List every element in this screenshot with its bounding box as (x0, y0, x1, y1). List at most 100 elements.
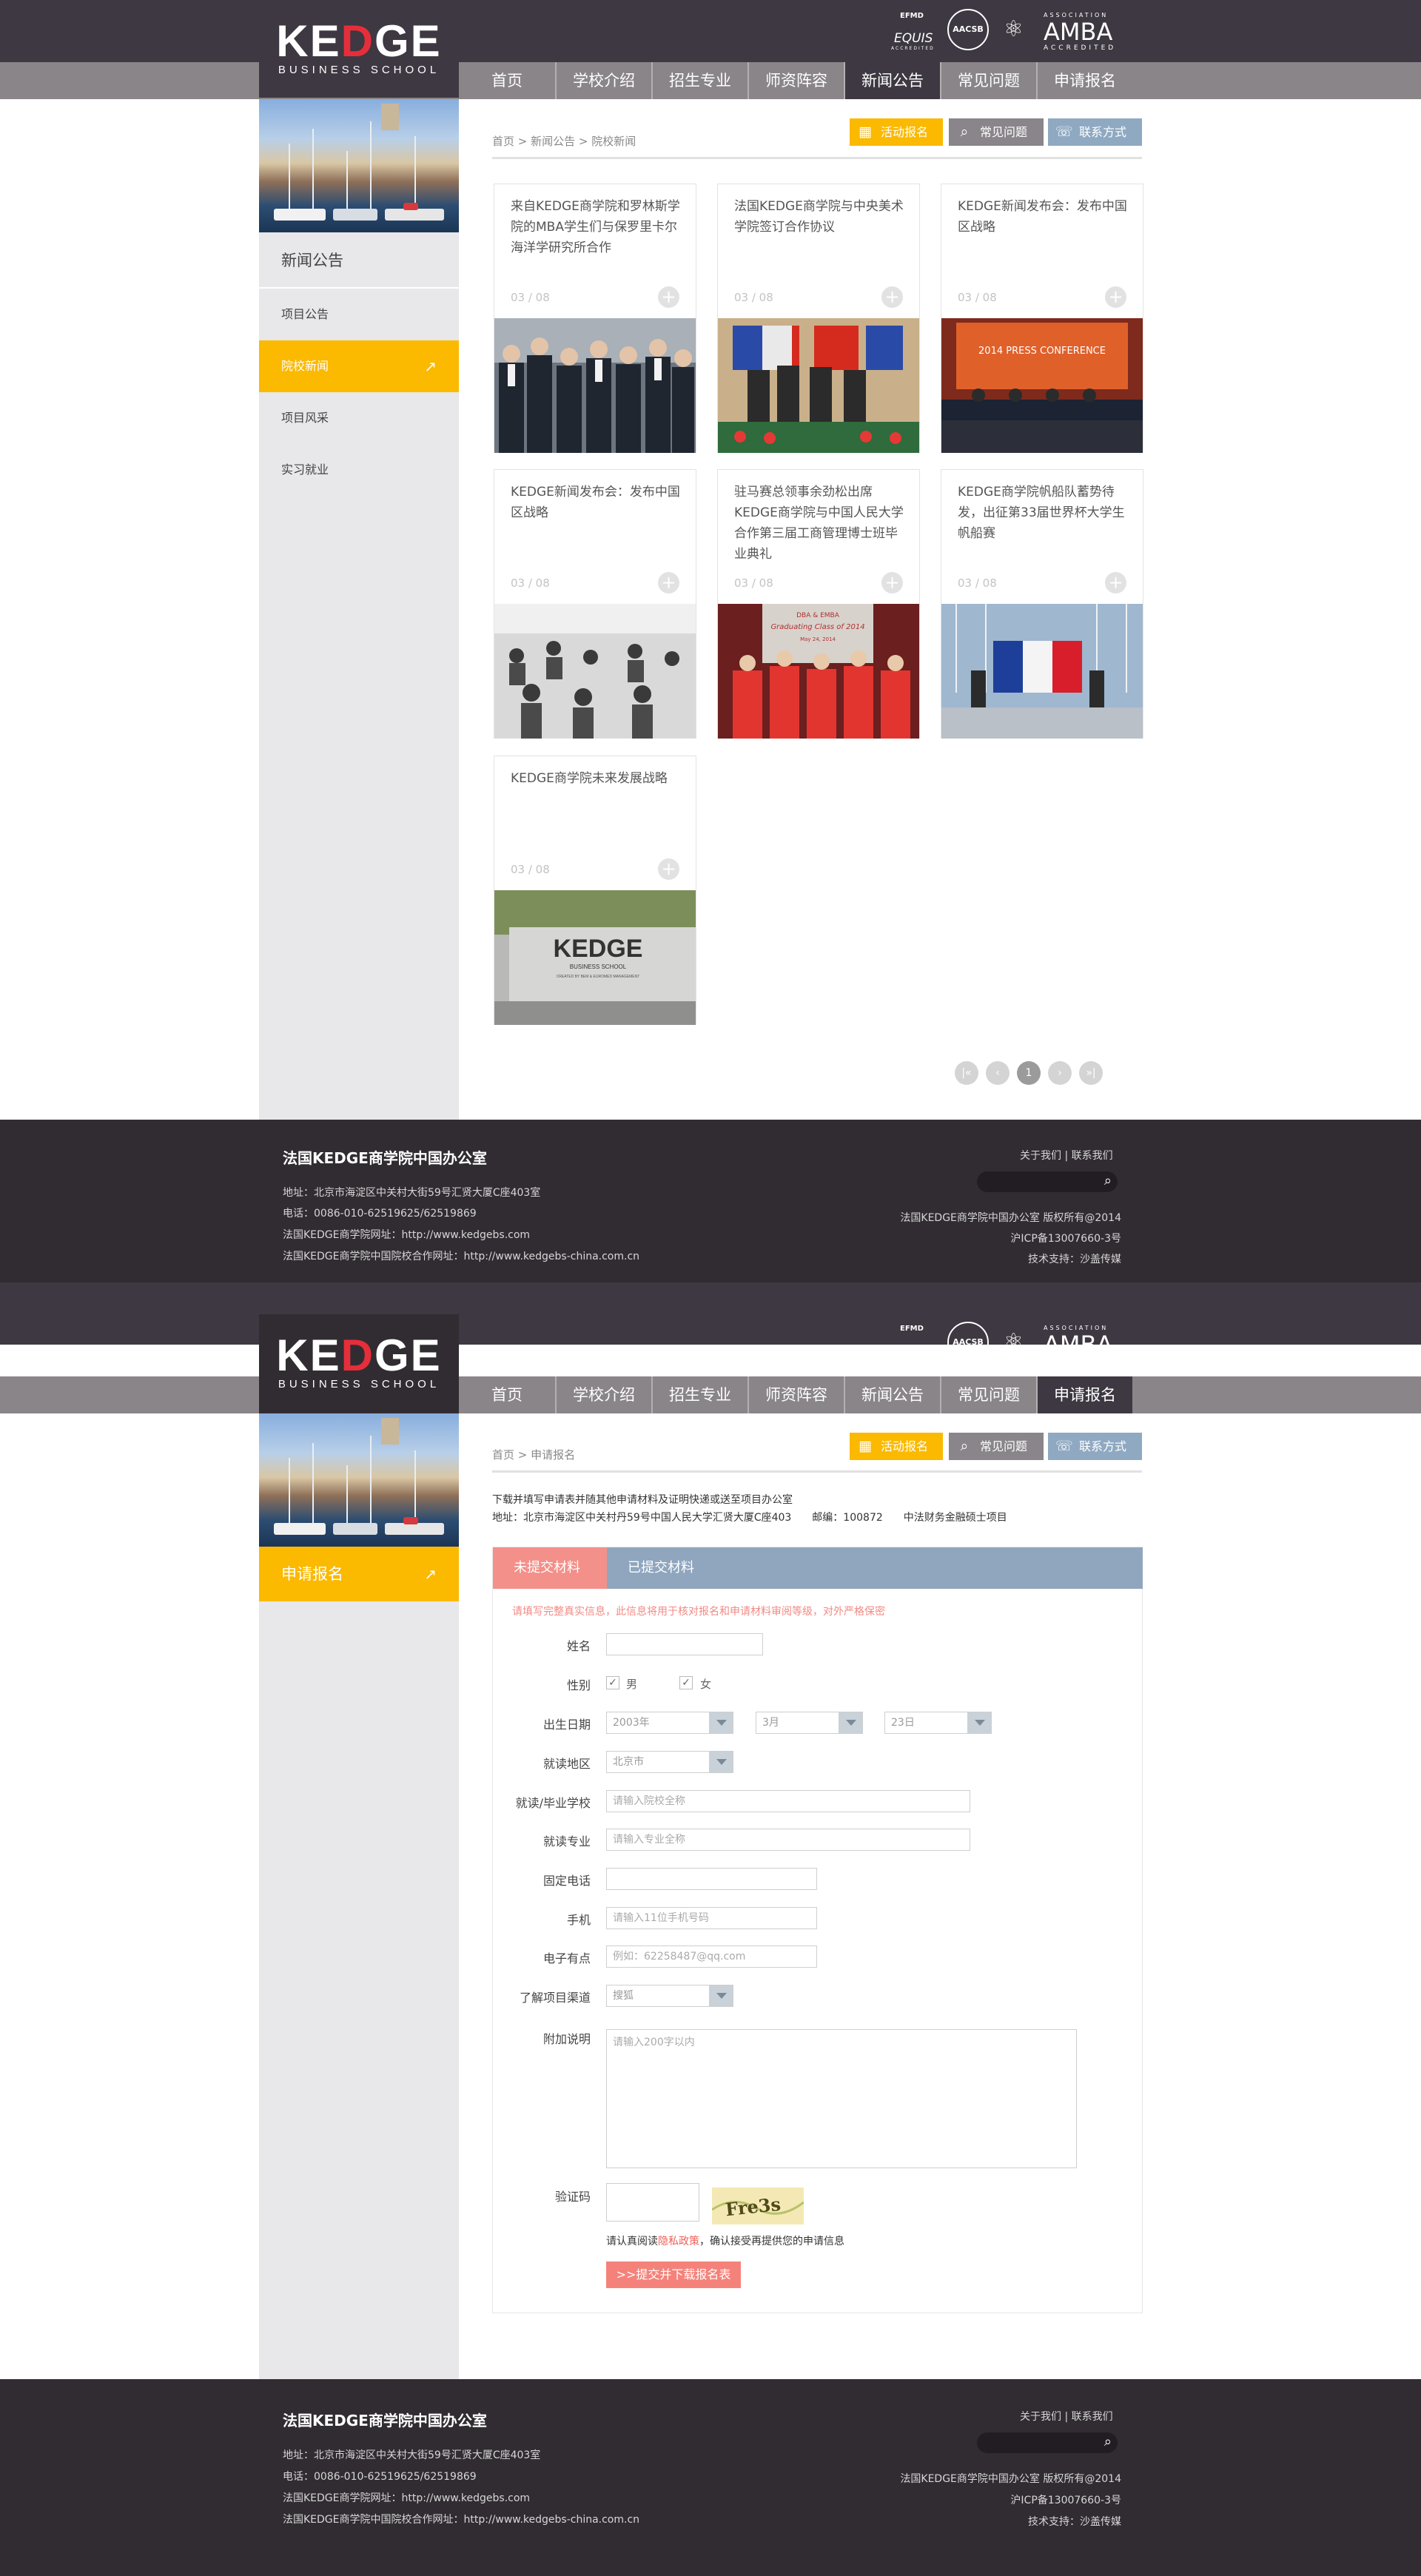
nav-apply[interactable]: 申请报名 (1036, 62, 1132, 99)
sidebar-item-internship[interactable]: 实习就业 (259, 444, 459, 496)
amba-logo: ⚛ ASSOCIATION AMBA ACCREDITED (1004, 12, 1117, 52)
event-signup-button[interactable]: ▦ 活动报名 (850, 1433, 943, 1460)
gender-female-checkbox[interactable]: ✓ (679, 1676, 693, 1689)
footer-search-input[interactable]: ⌕ (977, 1171, 1118, 1192)
sidebar-item-project-style[interactable]: 项目风采 (259, 392, 459, 444)
footer-site-link[interactable]: 法国KEDGE商学院网址：http://www.kedgebs.com (283, 1227, 530, 1242)
kedge-logo[interactable]: KEDGE BUSINESS SCHOOL (259, 0, 459, 98)
nav-programs[interactable]: 招生专业 (651, 62, 748, 99)
chevron-down-icon[interactable] (967, 1712, 991, 1733)
faq-button[interactable]: ⌕ 常见问题 (949, 118, 1044, 146)
pager-first[interactable]: |« (955, 1061, 978, 1085)
birth-label: 出生日期 (542, 1718, 591, 1732)
tab-submitted[interactable]: 已提交材料 (607, 1547, 1143, 1589)
mobile-input[interactable]: 请输入11位手机号码 (606, 1907, 817, 1929)
contact-button[interactable]: ☏ 联系方式 (1048, 1433, 1142, 1460)
plus-icon[interactable]: + (1105, 286, 1126, 308)
nav-news[interactable]: 新闻公告 (844, 62, 940, 99)
nav-about[interactable]: 学校介绍 (555, 1376, 651, 1413)
news-card[interactable]: 法国KEDGE商学院与中央美术学院签订合作协议 03 / 08 + (717, 184, 920, 453)
plus-icon[interactable]: + (1105, 572, 1126, 593)
major-input[interactable]: 请输入专业全称 (606, 1829, 970, 1851)
footer-icp: 沪ICP备13007660-3号 (1010, 1233, 1121, 1245)
search-icon[interactable]: ⌕ (1104, 1173, 1112, 1188)
extra-textarea[interactable]: 请输入200字以内 (606, 2029, 1077, 2168)
breadcrumb: 首页 > 申请报名 (492, 1448, 576, 1462)
news-card[interactable]: KEDGE商学院帆船队蓄势待发，出征第33届世界杯大学生帆船赛 03 / 08 … (941, 469, 1143, 739)
plus-icon[interactable]: + (658, 286, 679, 308)
channel-select[interactable]: 搜狐 (606, 1985, 733, 2007)
nav-home[interactable]: 首页 (459, 1376, 555, 1413)
nav-apply[interactable]: 申请报名 (1036, 1376, 1132, 1413)
birth-year-select[interactable]: 2003年 (606, 1712, 733, 1734)
news-photo-audience (494, 604, 696, 739)
event-signup-button[interactable]: ▦ 活动报名 (850, 118, 943, 146)
footer-site-link[interactable]: 法国KEDGE商学院网址：http://www.kedgebs.com (283, 2490, 530, 2505)
news-card[interactable]: KEDGE新闻发布会：发布中国区战略 03 / 08 + (494, 469, 696, 739)
nav-programs[interactable]: 招生专业 (651, 1376, 748, 1413)
name-input[interactable] (606, 1633, 763, 1655)
news-photo-graduation: DBA & EMBA Graduating Class of 2014 May … (718, 604, 919, 739)
phone-label: 固定电话 (542, 1874, 591, 1888)
footer-search-input[interactable]: ⌕ (977, 2432, 1118, 2453)
plus-icon[interactable]: + (881, 572, 903, 593)
school-input[interactable]: 请输入院校全称 (606, 1790, 970, 1812)
nav-about[interactable]: 学校介绍 (555, 62, 651, 99)
footer-copyright: 法国KEDGE商学院中国办公室 版权所有@2014 (900, 2473, 1121, 2485)
captcha-input[interactable] (606, 2183, 699, 2222)
nav-faculty[interactable]: 师资阵容 (748, 62, 844, 99)
contact-button[interactable]: ☏ 联系方式 (1048, 118, 1142, 146)
privacy-policy-link[interactable]: 隐私政策 (658, 2236, 699, 2247)
pager-last[interactable]: »| (1079, 1061, 1103, 1085)
chevron-down-icon[interactable] (839, 1712, 862, 1733)
chevron-down-icon[interactable] (709, 1712, 733, 1733)
news-card[interactable]: KEDGE商学院未来发展战略 03 / 08 + KEDGE BUSINESS … (494, 756, 696, 1025)
nav-faculty[interactable]: 师资阵容 (748, 1376, 844, 1413)
apply-address: 地址：北京市海淀区中关村丹59号中国人民大学汇贤大厦C座403 邮编：10087… (492, 1512, 1007, 1524)
faq-button[interactable]: ⌕ 常见问题 (949, 1433, 1044, 1460)
news-card[interactable]: 驻马赛总领事余劲松出席KEDGE商学院与中国人民大学合作第三届工商管理博士班毕业… (717, 469, 920, 739)
pager-next[interactable]: › (1048, 1061, 1072, 1085)
nav-faq[interactable]: 常见问题 (940, 1376, 1036, 1413)
footer-support: 技术支持：沙盖传媒 (1028, 2516, 1121, 2528)
email-input[interactable]: 例如：62258487@qq.com (606, 1946, 817, 1968)
chevron-down-icon[interactable] (709, 1985, 733, 2006)
footer-links[interactable]: 关于我们 | 联系我们 (1020, 1148, 1113, 1163)
phone-input[interactable] (606, 1868, 817, 1890)
aacsb-logo: AACSB (947, 9, 989, 50)
birth-day-select[interactable]: 23日 (884, 1712, 992, 1734)
pager-prev[interactable]: ‹ (986, 1061, 1010, 1085)
application-form: 未提交材料 已提交材料 请填写完整真实信息，此信息将用于核对报名和申请材料审阅等… (492, 1547, 1143, 2313)
sidebar-item-school-news[interactable]: 院校新闻 ↗ (259, 340, 459, 392)
plus-icon[interactable]: + (658, 572, 679, 593)
search-icon[interactable]: ⌕ (1104, 2434, 1112, 2449)
pager-page-1[interactable]: 1 (1017, 1061, 1041, 1085)
submit-download-button[interactable]: >>提交并下载报名表 (606, 2261, 741, 2288)
gender-label: 性别 (566, 1678, 591, 1692)
accreditation-logos: EFMD EQUIS ACCREDITED AACSB ⚛ ASSOCIATIO… (873, 1317, 1125, 1369)
tab-not-submitted[interactable]: 未提交材料 (493, 1547, 607, 1589)
search-icon: ⌕ (960, 124, 969, 140)
plus-icon[interactable]: + (881, 286, 903, 308)
chevron-down-icon[interactable] (709, 1752, 733, 1772)
footer-site-cn-link[interactable]: 法国KEDGE商学院中国院校合作网址：http://www.kedgebs-ch… (283, 2512, 639, 2526)
plus-icon[interactable]: + (658, 858, 679, 880)
nav-faq[interactable]: 常见问题 (940, 62, 1036, 99)
nav-home[interactable]: 首页 (459, 62, 555, 99)
gender-female-label: 女 (700, 1678, 712, 1691)
news-card[interactable]: KEDGE新闻发布会：发布中国区战略 03 / 08 + 2014 PRESS … (941, 184, 1143, 453)
footer-site-cn-link[interactable]: 法国KEDGE商学院中国院校合作网址：http://www.kedgebs-ch… (283, 1248, 639, 1263)
captcha-image[interactable]: Fre3s (712, 2187, 804, 2224)
nav-news[interactable]: 新闻公告 (844, 1376, 940, 1413)
gender-male-checkbox[interactable]: ✓ (606, 1676, 619, 1689)
footer-links[interactable]: 关于我们 | 联系我们 (1020, 2409, 1113, 2424)
sidebar-item-apply[interactable]: 申请报名 ↗ (259, 1547, 459, 1601)
kedge-logo[interactable]: KEDGE BUSINESS SCHOOL (259, 1314, 459, 1413)
mobile-label: 手机 (566, 1913, 591, 1927)
news-card[interactable]: 来自KEDGE商学院和罗林斯学院的MBA学生们与保罗里卡尔海洋学研究所合作 03… (494, 184, 696, 453)
birth-month-select[interactable]: 3月 (756, 1712, 863, 1734)
sidebar-item-project-notice[interactable]: 项目公告 (259, 289, 459, 340)
footer-title: 法国KEDGE商学院中国办公室 (283, 2412, 487, 2429)
marseille-harbor-photo (259, 99, 459, 232)
region-select[interactable]: 北京市 (606, 1751, 733, 1773)
